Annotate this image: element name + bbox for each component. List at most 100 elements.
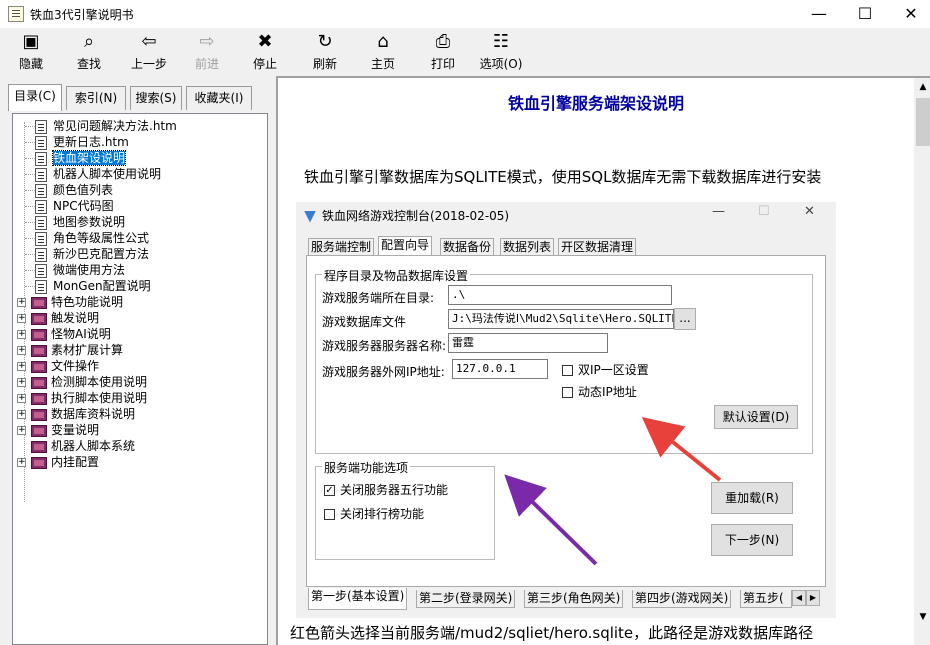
tree-item-book[interactable]: 机器人脚本系统 (17, 438, 135, 454)
tree-item-book[interactable]: + 执行脚本使用说明 (17, 390, 147, 406)
tab-favorites[interactable]: 收藏夹(I) (186, 86, 252, 110)
page-icon (35, 279, 47, 294)
scroll-up-icon[interactable]: ▲ (914, 78, 930, 96)
expand-icon[interactable]: + (17, 330, 26, 339)
expand-icon[interactable]: + (17, 378, 26, 387)
tree-item-page[interactable]: 更新日志.htm (35, 134, 129, 150)
tree-item-page[interactable]: 新沙巴克配置方法 (35, 246, 149, 262)
book-icon (31, 344, 47, 357)
back-button[interactable]: ⇦ 上一步 (124, 30, 174, 74)
tree-item-book[interactable]: + 文件操作 (17, 358, 99, 374)
expand-icon[interactable]: + (17, 458, 26, 467)
tree-item-label: 变量说明 (51, 423, 100, 437)
tree-connector (25, 286, 35, 287)
window-title: 铁血3代引擎说明书 (30, 8, 134, 22)
forward-icon: ⇨ (199, 31, 215, 52)
tree-item-label: 颜色值列表 (53, 183, 114, 197)
tree-item-book[interactable]: + 触发说明 (17, 310, 99, 326)
tree-item-label: 常见问题解决方法.htm (53, 119, 177, 133)
tree-connector (25, 270, 35, 271)
expand-icon[interactable]: + (17, 346, 26, 355)
tree-item-label: 怪物AI说明 (51, 327, 111, 341)
annotation-arrows (504, 416, 722, 566)
page-icon (35, 263, 47, 278)
book-icon (31, 408, 47, 421)
tree-item-label: 素材扩展计算 (51, 343, 124, 357)
tree-item-page[interactable]: 地图参数说明 (35, 214, 125, 230)
scroll-down-icon[interactable]: ▼ (914, 608, 930, 626)
book-icon (31, 312, 47, 325)
stop-button[interactable]: ✖ 停止 (240, 30, 290, 74)
tree-item-book[interactable]: + 数据库资料说明 (17, 406, 135, 422)
tree-item-page[interactable]: 常见问题解决方法.htm (35, 118, 177, 134)
vertical-scrollbar[interactable]: ▲ ▼ (914, 78, 930, 645)
tree-connector (25, 142, 35, 143)
stop-icon: ✖ (257, 31, 273, 52)
tree-item-label: 特色功能说明 (51, 295, 124, 309)
contents-tree: 常见问题解决方法.htm 更新日志.htm 铁血架设说明 机器人脚本使用说明 颜色值列表… (12, 113, 268, 645)
tree-connector (25, 238, 35, 239)
tab-index[interactable]: 索引(N) (66, 86, 126, 110)
home-button[interactable]: ⌂ 主页 (358, 30, 408, 74)
page-icon (35, 151, 47, 166)
console-screenshot: 铁血网络游戏控制台(2018-02-05) — ☐ ✕ 服务端控制 配置向导 数… (296, 202, 836, 618)
maximize-button[interactable]: ☐ (842, 0, 888, 28)
page-heading: 铁血引擎服务端架设说明 (507, 94, 684, 113)
page-icon (35, 183, 47, 198)
tree-connector (25, 190, 35, 191)
hide-button[interactable]: ▣ 隐藏 (6, 30, 56, 74)
tree-connector (25, 254, 35, 255)
tree-item-label: 铁血架设说明 (51, 150, 127, 166)
book-icon (31, 376, 47, 389)
refresh-button[interactable]: ↻ 刷新 (300, 30, 350, 74)
navigation-pane: 目录(C) 索引(N) 搜索(S) 收藏夹(I) 常见问题解决方法.htm 更新日… (0, 76, 272, 645)
page-icon (35, 167, 47, 182)
expand-icon[interactable]: + (17, 410, 26, 419)
tree-item-book[interactable]: + 变量说明 (17, 422, 99, 438)
forward-button[interactable]: ⇨ 前进 (182, 30, 232, 74)
tree-item-label: 数据库资料说明 (51, 407, 136, 421)
tree-item-page[interactable]: 微端使用方法 (35, 262, 125, 278)
expand-icon[interactable]: + (17, 394, 26, 403)
tree-item-page[interactable]: 铁血架设说明 (35, 150, 127, 166)
content-pane: 铁血引擎服务端架设说明 铁血引擎引擎数据库为SQLITE模式，使用SQL数据库无… (276, 76, 930, 645)
home-icon: ⌂ (377, 31, 389, 52)
tree-item-label: MonGen配置说明 (53, 279, 151, 293)
expand-icon[interactable]: + (17, 298, 26, 307)
print-button[interactable]: ⎙ 打印 (418, 30, 468, 74)
tree-item-book[interactable]: + 怪物AI说明 (17, 326, 111, 342)
tree-item-book[interactable]: + 检测脚本使用说明 (17, 374, 147, 390)
find-button[interactable]: ⌕ 查找 (64, 30, 114, 74)
options-button[interactable]: ☷ 选项(O) (476, 30, 526, 74)
expand-icon[interactable]: + (17, 362, 26, 371)
tree-item-label: 角色等级属性公式 (53, 231, 150, 245)
red-arrow (641, 416, 722, 482)
tree-connector (25, 158, 35, 159)
intro-paragraph: 铁血引擎引擎数据库为SQLITE模式，使用SQL数据库无需下载数据库进行安装 (304, 168, 822, 186)
tree-item-label: NPC代码图 (53, 199, 114, 213)
tab-search[interactable]: 搜索(S) (130, 86, 182, 110)
minimize-button[interactable]: — (796, 0, 842, 28)
tree-item-label: 文件操作 (51, 359, 100, 373)
tree-connector (25, 174, 35, 175)
tree-item-page[interactable]: 机器人脚本使用说明 (35, 166, 161, 182)
tree-item-book[interactable]: + 素材扩展计算 (17, 342, 123, 358)
tree-item-book[interactable]: + 内挂配置 (17, 454, 99, 470)
expand-icon[interactable]: + (17, 314, 26, 323)
tree-item-label: 机器人脚本使用说明 (53, 167, 162, 181)
tree-item-page[interactable]: 角色等级属性公式 (35, 230, 149, 246)
tree-item-page[interactable]: NPC代码图 (35, 198, 114, 214)
page-icon (35, 231, 47, 246)
tree-item-label: 检测脚本使用说明 (51, 375, 148, 389)
close-button[interactable]: ✕ (888, 0, 930, 28)
scroll-thumb[interactable] (916, 98, 930, 146)
footer-paragraph: 红色箭头选择当前服务端/mud2/sqliet/hero.sqlite，此路径是… (290, 624, 814, 642)
tree-item-page[interactable]: 颜色值列表 (35, 182, 113, 198)
app-icon (8, 6, 24, 22)
tree-connector (25, 126, 35, 127)
refresh-icon: ↻ (317, 31, 333, 52)
tab-contents[interactable]: 目录(C) (8, 84, 62, 111)
tree-item-book[interactable]: + 特色功能说明 (17, 294, 123, 310)
tree-item-page[interactable]: MonGen配置说明 (35, 278, 151, 294)
expand-icon[interactable]: + (17, 426, 26, 435)
